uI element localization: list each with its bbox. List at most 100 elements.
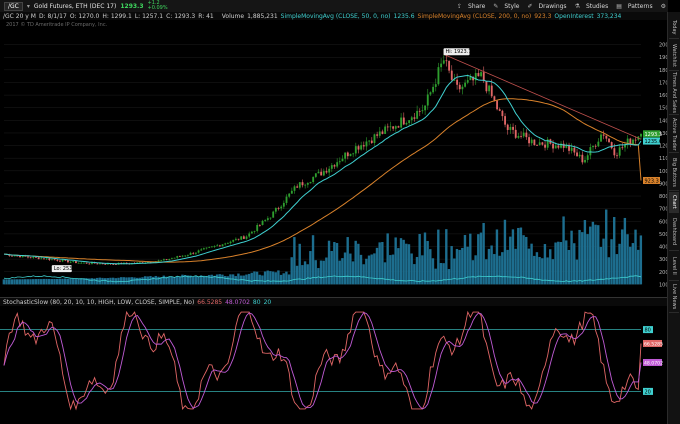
volume-bar — [10, 279, 14, 285]
volume-bar — [191, 276, 195, 285]
sma200-label[interactable]: SimpleMovingAvg (CLOSE, 200, 0, no) — [418, 13, 532, 20]
candle-body — [128, 263, 131, 265]
candle-body — [482, 72, 485, 82]
candle-body — [330, 165, 333, 169]
candle-body — [576, 152, 578, 157]
volume-bar — [218, 274, 221, 285]
volume-bar — [309, 251, 312, 285]
volume-bar — [581, 232, 584, 285]
tab-today[interactable]: Today — [669, 16, 679, 39]
sma50-label[interactable]: SimpleMovingAvg (CLOSE, 50, 0, no) — [281, 13, 391, 20]
flask-icon: ⚗ — [574, 2, 580, 10]
candle-body — [181, 255, 184, 257]
volume-bar — [613, 217, 616, 285]
candle-body — [107, 263, 109, 265]
settings-button[interactable]: ⚙ — [657, 3, 668, 10]
studies-button[interactable]: ⚗ Studies — [571, 3, 609, 10]
volume-bar — [469, 233, 472, 285]
last-price-badge-text: 1293.3 — [645, 132, 663, 138]
candle-body — [16, 255, 19, 257]
volume-bar — [197, 276, 200, 285]
volume-bar — [98, 277, 102, 285]
volume-bar — [314, 260, 317, 285]
volume-bar — [55, 278, 59, 285]
tab-live-news[interactable]: Live News — [669, 282, 679, 313]
price-chart[interactable]: 1002003004005006007008009001000110012001… — [0, 0, 668, 424]
volume-bar — [341, 258, 344, 285]
share-button[interactable]: ⇪ Share — [453, 3, 485, 10]
volume-bar — [229, 274, 232, 285]
candle-body — [96, 263, 99, 265]
candle-body — [221, 244, 224, 247]
volume-bar — [594, 224, 597, 285]
volume-bar — [413, 264, 416, 285]
candle-body — [250, 231, 253, 234]
candle-body — [242, 236, 245, 239]
open-interest-label[interactable]: OpenInterest — [554, 13, 593, 20]
volume-bar — [303, 261, 307, 285]
candle-body — [170, 258, 173, 260]
candle-body — [120, 262, 123, 265]
candle-body — [378, 131, 381, 136]
volume-bar — [287, 274, 291, 285]
volume-bar — [399, 238, 403, 285]
candle-body — [386, 126, 389, 128]
candle-body — [424, 105, 427, 111]
volume-bar — [282, 273, 285, 285]
candle-body — [133, 262, 136, 264]
volume-bar — [570, 230, 573, 285]
candle-body — [402, 117, 405, 125]
candle-body — [186, 254, 189, 256]
candle-body — [621, 147, 624, 149]
candle-body — [640, 133, 642, 137]
volume-bar — [519, 227, 523, 285]
patterns-button[interactable]: ▤ Patterns — [612, 3, 652, 10]
candle-body — [144, 262, 147, 264]
tab-chart[interactable]: Chart — [669, 192, 679, 213]
volume-bar — [199, 275, 203, 285]
candle-body — [458, 84, 461, 90]
candle-body — [629, 138, 632, 145]
volume-bar — [530, 243, 533, 285]
volume-bar — [543, 244, 547, 285]
candle-body — [498, 109, 501, 111]
pencil-icon: ✐ — [527, 2, 533, 10]
volume-study-label[interactable]: Volume — [222, 13, 244, 20]
stochastic-study-label[interactable]: StochasticSlow (80, 20, 10, 10, HIGH, LO… — [3, 299, 194, 306]
candle-body — [312, 176, 315, 183]
stochastic-d-badge — [643, 358, 662, 366]
style-button[interactable]: ✎ Style — [489, 3, 519, 10]
volume-bar — [415, 256, 419, 285]
drawings-button[interactable]: ✐ Drawings — [523, 3, 566, 10]
tab-level-ii[interactable]: Level II — [669, 252, 679, 281]
volume-bar — [397, 248, 400, 285]
candle-body — [613, 148, 616, 156]
candle-body — [115, 264, 117, 265]
sma200-value: 923.3 — [534, 12, 552, 20]
sma200-badge — [643, 176, 660, 184]
tab-active-trader[interactable]: Active Trader — [669, 116, 679, 153]
candle-body — [405, 123, 408, 125]
symbol-input[interactable]: /GC — [4, 1, 23, 11]
candle-body — [370, 140, 373, 143]
resistance-trendline — [443, 53, 642, 140]
price-legend: /GC 20 y M D: 8/1/17 O: 1270.0 H: 1299.1… — [0, 12, 668, 20]
volume-bar — [551, 259, 555, 285]
candle-body — [637, 136, 640, 140]
chevron-down-icon[interactable]: ▾ — [27, 3, 30, 10]
style-label: Style — [504, 2, 520, 10]
candle-body — [274, 207, 277, 212]
candle-body — [29, 257, 32, 259]
candle-body — [290, 190, 293, 194]
volume-bar — [610, 239, 613, 285]
volume-bar — [549, 249, 552, 285]
volume-bar — [439, 263, 443, 285]
stochastic-levels: 80 20 — [0, 326, 653, 395]
tab-big-buttons[interactable]: Big Buttons — [669, 154, 679, 191]
tab-watchlist[interactable]: Watchlist — [669, 40, 679, 71]
period-label[interactable]: /GC 20 y M — [3, 13, 36, 20]
tab-dashboard[interactable]: Dashboard — [669, 214, 679, 251]
tab-times-and-sales[interactable]: Times And Sales — [669, 72, 679, 115]
volume-bar — [383, 262, 387, 285]
candle-body — [48, 258, 51, 260]
